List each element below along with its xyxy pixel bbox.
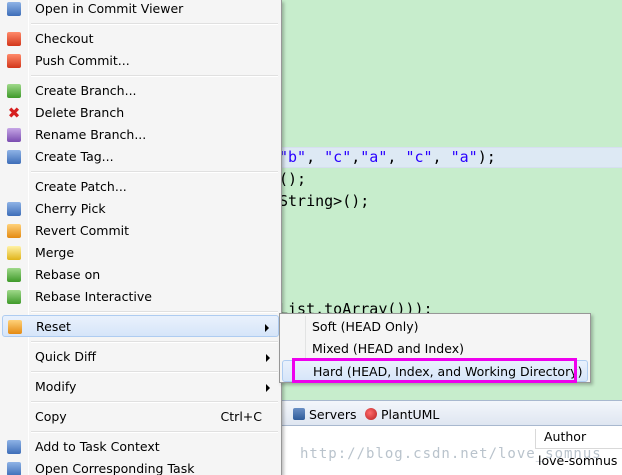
menu-separator [31, 23, 278, 25]
string-literal: "c" [324, 148, 352, 166]
tab-servers[interactable]: Servers [293, 405, 357, 423]
menu-item-modify[interactable]: Modify [2, 376, 279, 398]
menu-item-label: Modify [35, 379, 77, 394]
menu-separator [31, 341, 278, 343]
submenu-arrow-icon [266, 354, 270, 362]
menu-item-label: Push Commit... [35, 53, 130, 68]
task-context-icon [7, 440, 21, 454]
menu-item-rebase-on[interactable]: Rebase on [2, 264, 279, 286]
menu-item-label: Create Patch... [35, 179, 127, 194]
menu-item-merge[interactable]: Merge [2, 242, 279, 264]
menu-separator [31, 431, 278, 433]
menu-item-label: Merge [35, 245, 75, 260]
menu-item-rename-branch[interactable]: Rename Branch... [2, 124, 279, 146]
commit-viewer-icon [7, 2, 21, 16]
submenu-item-label: Soft (HEAD Only) [312, 319, 419, 334]
code-line-1: "b", "c","a", "c", "a"); [279, 148, 496, 166]
code-line-3: String>(); [279, 192, 370, 210]
menu-item-quick-diff[interactable]: Quick Diff [2, 346, 279, 368]
tag-icon [7, 150, 21, 164]
annotation-highlight-box [292, 358, 577, 383]
menu-item-open-in-commit-viewer[interactable]: Open in Commit Viewer [2, 0, 279, 20]
code-token: , [306, 148, 325, 166]
delete-icon: ✖ [7, 104, 21, 122]
code-token: , [387, 148, 406, 166]
menu-item-label: Cherry Pick [35, 201, 106, 216]
menu-item-checkout[interactable]: Checkout [2, 28, 279, 50]
menu-item-rebase-interactive[interactable]: Rebase Interactive [2, 286, 279, 308]
string-literal: "c" [405, 148, 433, 166]
menu-item-push-commit[interactable]: Push Commit... [2, 50, 279, 72]
menu-item-label: Add to Task Context [35, 439, 160, 454]
menu-item-add-to-task-context[interactable]: Add to Task Context [2, 436, 279, 458]
menu-item-delete-branch[interactable]: ✖ Delete Branch [2, 102, 279, 124]
menu-item-reset[interactable]: Reset [2, 315, 279, 337]
menu-item-label: Quick Diff [35, 349, 97, 364]
submenu-arrow-icon [265, 324, 269, 332]
menu-item-label: Checkout [35, 31, 94, 46]
menu-item-label: Revert Commit [35, 223, 130, 238]
string-literal: "b" [279, 148, 307, 166]
reset-icon [8, 320, 22, 334]
menu-item-label: Rename Branch... [35, 127, 147, 142]
menu-item-create-tag[interactable]: Create Tag... [2, 146, 279, 168]
menu-item-label: Reset [36, 319, 71, 334]
tab-servers-label: Servers [309, 406, 357, 422]
plantuml-icon [365, 408, 377, 420]
menu-separator [31, 371, 278, 373]
tab-plantuml[interactable]: PlantUML [365, 405, 439, 423]
reset-mixed-item[interactable]: Mixed (HEAD and Index) [282, 338, 588, 360]
code-token: , [351, 148, 361, 166]
menu-item-create-patch[interactable]: Create Patch... [2, 176, 279, 198]
bottom-tab-bar: Servers PlantUML [279, 400, 622, 426]
rebase-icon [7, 268, 21, 282]
menu-item-open-corresponding-task[interactable]: Open Corresponding Task [2, 458, 279, 475]
code-line-2: (); [279, 170, 307, 188]
servers-icon [293, 408, 305, 420]
menu-item-copy[interactable]: Copy Ctrl+C [2, 406, 279, 428]
menu-item-create-branch[interactable]: Create Branch... [2, 80, 279, 102]
menu-item-label: Open in Commit Viewer [35, 1, 184, 16]
menu-separator [31, 75, 278, 77]
merge-icon [7, 246, 21, 260]
menu-separator [31, 311, 278, 313]
create-branch-icon [7, 84, 21, 98]
code-token: ); [477, 148, 496, 166]
revert-icon [7, 224, 21, 238]
menu-item-label: Create Tag... [35, 149, 114, 164]
menu-item-label: Rebase Interactive [35, 289, 152, 304]
submenu-item-label: Mixed (HEAD and Index) [312, 341, 464, 356]
string-literal: "a" [450, 148, 478, 166]
rename-icon [7, 128, 21, 142]
task-icon [7, 462, 21, 475]
menu-item-revert-commit[interactable]: Revert Commit [2, 220, 279, 242]
submenu-arrow-icon [266, 384, 270, 392]
menu-item-cherry-pick[interactable]: Cherry Pick [2, 198, 279, 220]
string-literal: "a" [360, 148, 388, 166]
cherry-pick-icon [7, 202, 21, 216]
menu-item-label: Rebase on [35, 267, 101, 282]
context-menu: Open in Commit Viewer Checkout Push Comm… [0, 0, 282, 475]
checkout-icon [7, 32, 21, 46]
copy-shortcut: Ctrl+C [220, 409, 262, 424]
menu-item-label: Open Corresponding Task [35, 461, 195, 475]
reset-soft-item[interactable]: Soft (HEAD Only) [282, 316, 588, 338]
tab-plantuml-label: PlantUML [381, 406, 440, 422]
code-token: , [432, 148, 451, 166]
push-icon [7, 54, 21, 68]
menu-item-label: Copy [35, 409, 67, 424]
rebase-interactive-icon [7, 290, 21, 304]
menu-separator [31, 171, 278, 173]
menu-item-label: Delete Branch [35, 105, 125, 120]
menu-separator [31, 401, 278, 403]
author-cell: love-somnus [538, 453, 618, 468]
menu-item-label: Create Branch... [35, 83, 137, 98]
